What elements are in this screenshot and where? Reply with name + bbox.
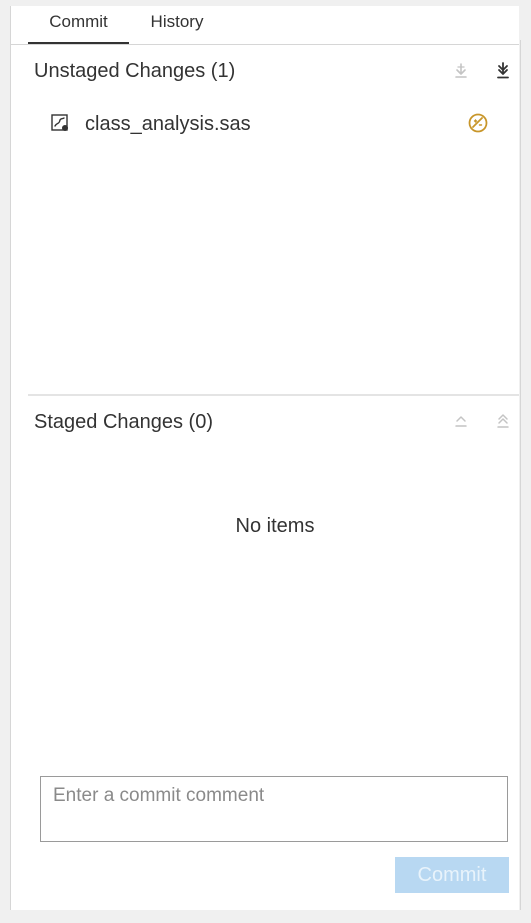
unstaged-file-row[interactable]: class_analysis.sas — [49, 110, 509, 138]
sas-program-file-icon — [51, 114, 69, 132]
file-name: class_analysis.sas — [85, 113, 251, 135]
section-divider[interactable] — [28, 394, 519, 396]
unstage-all-icon[interactable] — [493, 412, 513, 432]
tab-history[interactable]: History — [137, 12, 217, 44]
panel-right-border — [520, 40, 521, 910]
tab-bar: Commit History — [11, 6, 519, 45]
git-panel: Commit History Unstaged Changes (1) clas… — [10, 6, 519, 910]
commit-button[interactable]: Commit — [395, 857, 509, 893]
empty-state-text: No items — [235, 515, 315, 537]
staged-changes-title: Staged Changes (0) — [34, 411, 214, 433]
stage-all-icon[interactable] — [493, 61, 513, 81]
unstaged-changes-title: Unstaged Changes (1) — [34, 60, 236, 82]
active-tab-indicator — [28, 42, 129, 44]
stage-selected-icon[interactable] — [451, 61, 471, 81]
unstage-selected-icon[interactable] — [451, 412, 471, 432]
commit-comment-input[interactable] — [40, 776, 508, 842]
bottom-bar — [0, 910, 531, 923]
modified-status-icon — [467, 112, 489, 134]
tab-commit[interactable]: Commit — [28, 12, 129, 44]
